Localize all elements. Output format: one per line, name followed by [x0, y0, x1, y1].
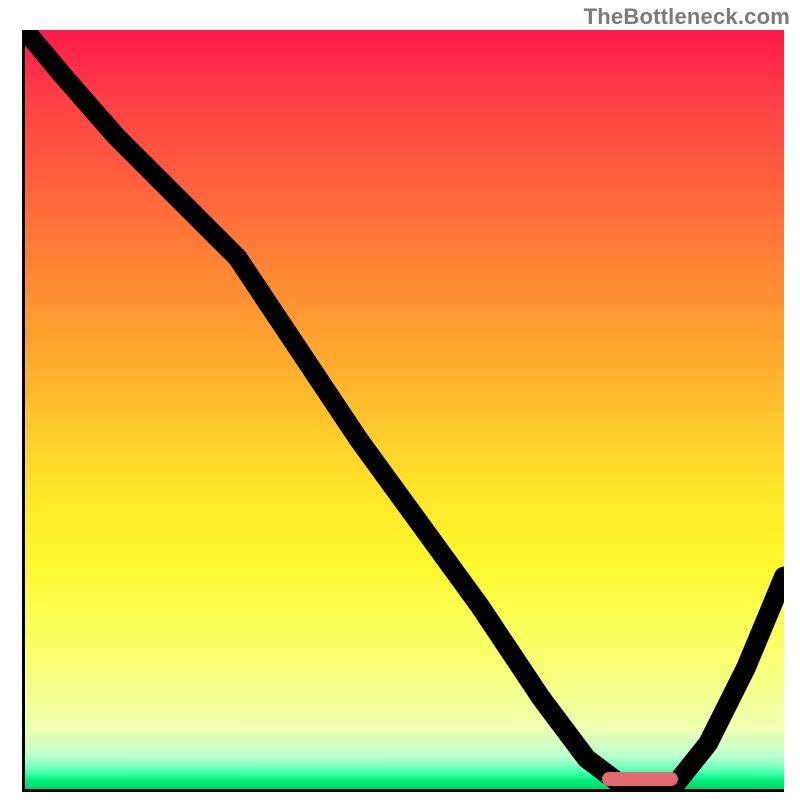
optimal-range-marker — [602, 772, 678, 786]
chart-plot-area — [22, 30, 784, 792]
attribution-text: TheBottleneck.com — [584, 4, 790, 30]
bottleneck-curve-svg — [25, 30, 784, 789]
bottleneck-curve-path — [25, 30, 784, 789]
